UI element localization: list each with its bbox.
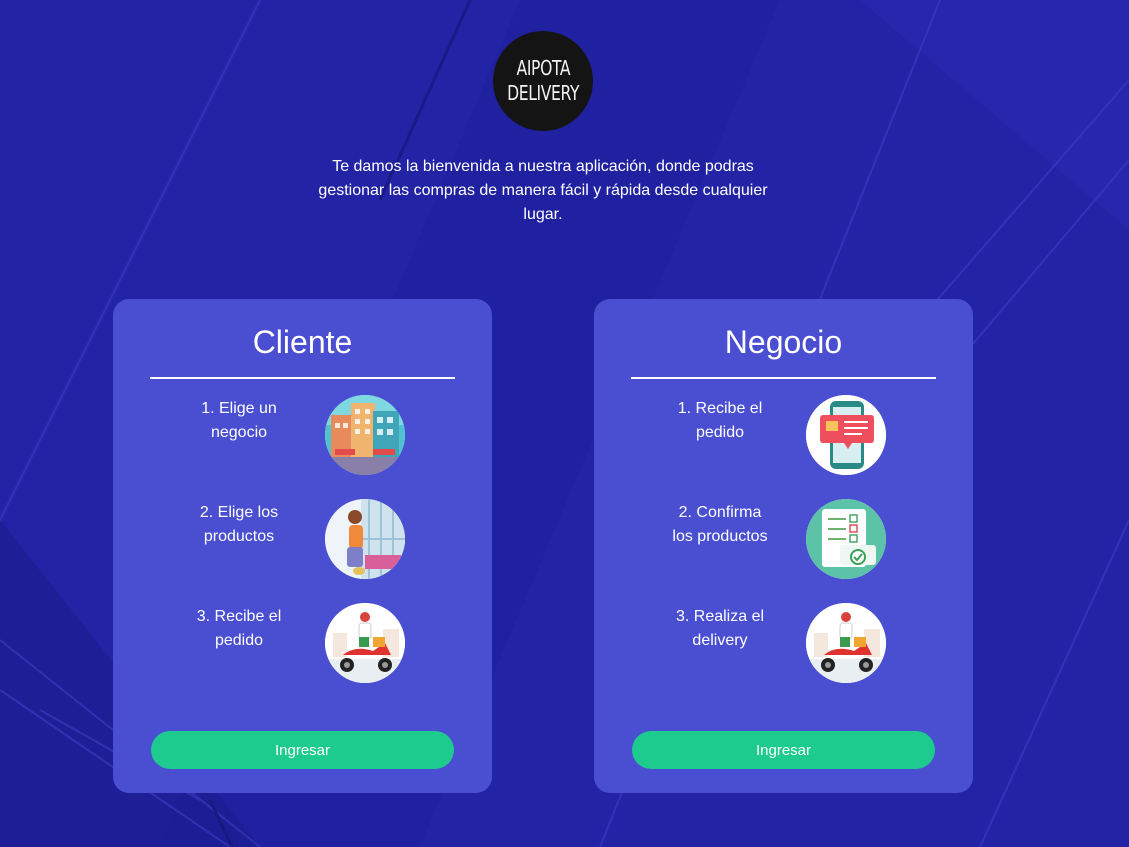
checklist-icon xyxy=(806,499,886,579)
phone-order-icon xyxy=(806,395,886,475)
cliente-card: Cliente 1. Elige un negocio 2. Elige los… xyxy=(113,299,492,793)
cliente-login-button[interactable]: Ingresar xyxy=(151,731,454,769)
cliente-divider xyxy=(150,377,455,379)
negocio-divider xyxy=(631,377,936,379)
cliente-step-2: 2. Elige los productos xyxy=(113,499,492,581)
logo-line-1: AIPOTA xyxy=(516,56,570,80)
negocio-step-3-text: 3. Realiza el delivery xyxy=(675,608,765,649)
cliente-step-1-text: 1. Elige un negocio xyxy=(201,400,277,441)
negocio-card: Negocio 1. Recibe el pedido 2. Confirma … xyxy=(594,299,973,793)
cliente-title: Cliente xyxy=(252,324,353,360)
negocio-login-button[interactable]: Ingresar xyxy=(632,731,935,769)
welcome-text: Te damos la bienvenida a nuestra aplicac… xyxy=(318,158,768,223)
shopping-woman-icon xyxy=(325,499,405,579)
cliente-step-1: 1. Elige un negocio xyxy=(113,395,492,477)
negocio-step-3: 3. Realiza el delivery xyxy=(594,603,973,685)
cliente-step-3-text: 3. Recibe el pedido xyxy=(196,608,282,649)
negocio-step-2-text: 2. Confirma los productos xyxy=(672,504,768,545)
negocio-title: Negocio xyxy=(724,324,843,360)
cliente-step-3: 3. Recibe el pedido xyxy=(113,603,492,685)
aipota-delivery-logo: AIPOTA DELIVERY xyxy=(493,31,593,131)
city-buildings-icon xyxy=(325,395,405,475)
negocio-step-2: 2. Confirma los productos xyxy=(594,499,973,581)
delivery-scooter-icon xyxy=(325,603,405,683)
negocio-step-1: 1. Recibe el pedido xyxy=(594,395,973,477)
logo-line-2: DELIVERY xyxy=(507,81,579,105)
cliente-step-2-text: 2. Elige los productos xyxy=(199,504,279,545)
landing-page: AIPOTA DELIVERY Te damos la bienvenida a… xyxy=(0,0,1129,847)
delivery-scooter-icon xyxy=(806,603,886,683)
negocio-step-1-text: 1. Recibe el pedido xyxy=(677,400,763,441)
